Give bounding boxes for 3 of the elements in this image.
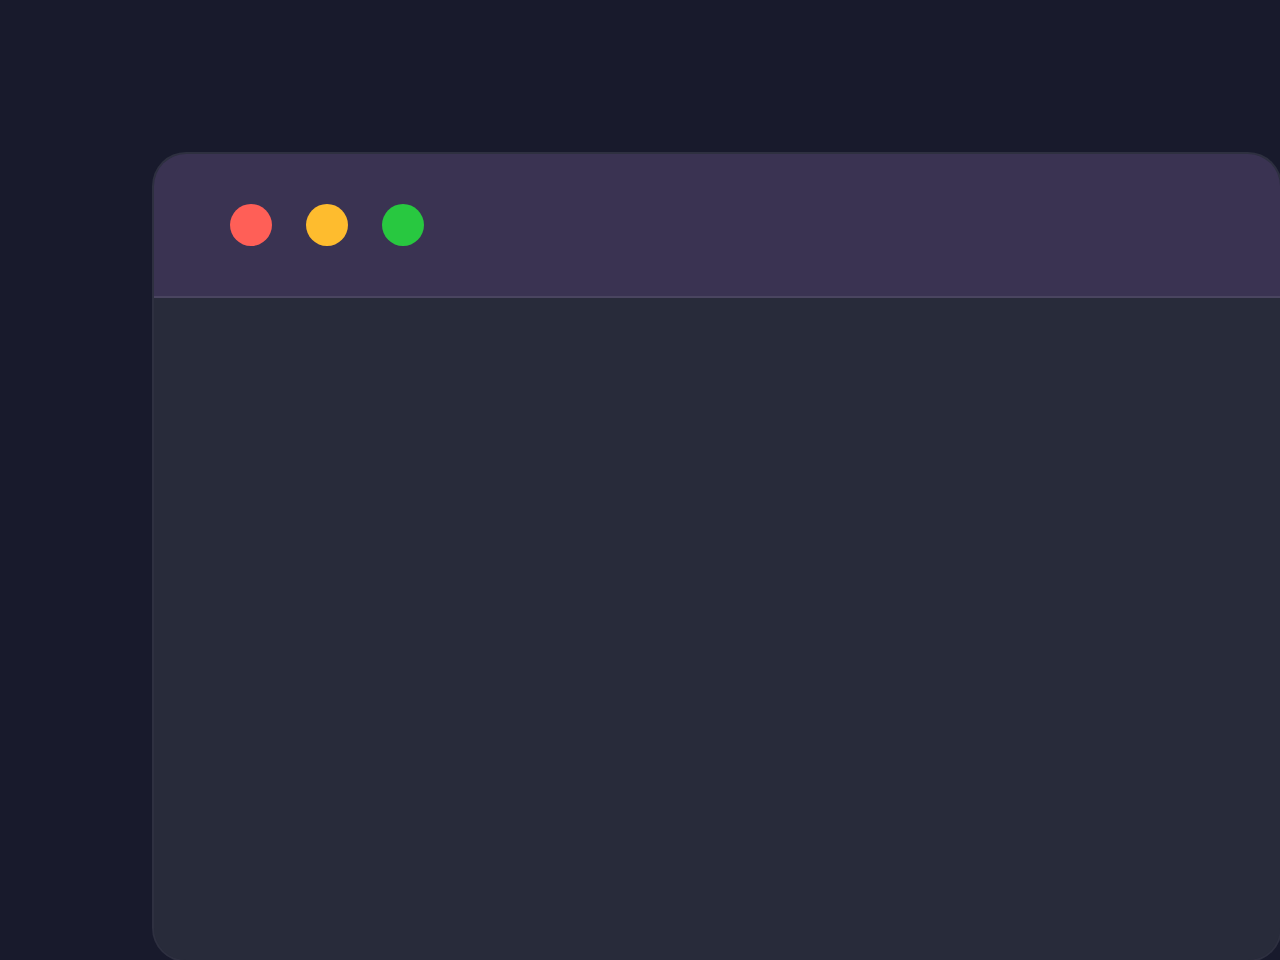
window-control-button[interactable] — [382, 204, 424, 246]
window-control-button[interactable] — [306, 204, 348, 246]
window-control-button[interactable] — [230, 204, 272, 246]
